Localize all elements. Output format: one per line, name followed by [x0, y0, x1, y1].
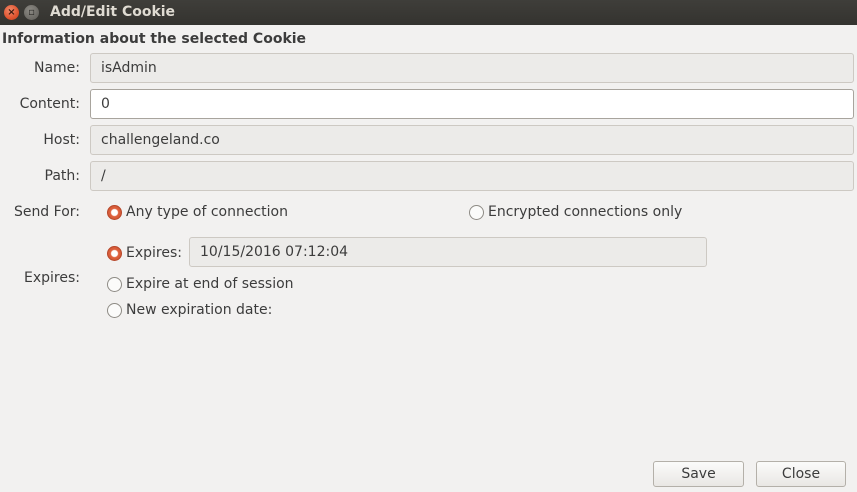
path-field[interactable]: / — [90, 161, 854, 191]
radio-selected-icon[interactable] — [107, 245, 122, 261]
close-button[interactable]: Close — [756, 461, 846, 487]
expires-date-value[interactable]: 10/15/2016 07:12:04 — [189, 237, 707, 267]
new-expiration-date-label: New expiration date: — [126, 302, 273, 318]
new-expiration-date-option[interactable]: New expiration date: — [107, 302, 272, 318]
minimize-window-icon[interactable]: ▫ — [24, 5, 39, 20]
window-title: Add/Edit Cookie — [50, 4, 176, 20]
expires-date-option[interactable]: Expires: — [107, 245, 182, 261]
radio-unselected-icon[interactable] — [107, 276, 122, 292]
name-label: Name: — [33, 60, 80, 76]
save-button[interactable]: Save — [653, 461, 744, 487]
content-field[interactable]: 0 — [90, 89, 854, 119]
expires-date-option-label: Expires: — [126, 245, 182, 261]
name-field[interactable]: isAdmin — [90, 53, 854, 83]
path-label: Path: — [44, 168, 80, 184]
radio-selected-icon[interactable] — [107, 204, 122, 220]
expire-end-of-session-label: Expire at end of session — [126, 276, 294, 292]
expire-end-of-session-option[interactable]: Expire at end of session — [107, 276, 294, 292]
radio-unselected-icon[interactable] — [107, 302, 122, 318]
send-for-any-label: Any type of connection — [126, 204, 288, 220]
content-label: Content: — [19, 96, 80, 112]
radio-unselected-icon[interactable] — [469, 204, 484, 220]
section-title: Information about the selected Cookie — [2, 31, 307, 47]
send-for-label: Send For: — [13, 204, 80, 220]
expires-label: Expires: — [24, 270, 80, 286]
host-label: Host: — [43, 132, 80, 148]
send-for-any-option[interactable]: Any type of connection — [107, 204, 288, 220]
title-bar: × ▫ Add/Edit Cookie — [0, 0, 857, 25]
add-edit-cookie-dialog: × ▫ Add/Edit Cookie Information about th… — [0, 0, 857, 492]
host-field[interactable]: challengeland.co — [90, 125, 854, 155]
send-for-encrypted-option[interactable]: Encrypted connections only — [469, 204, 682, 220]
close-window-icon[interactable]: × — [4, 5, 19, 20]
send-for-encrypted-label: Encrypted connections only — [488, 204, 683, 220]
